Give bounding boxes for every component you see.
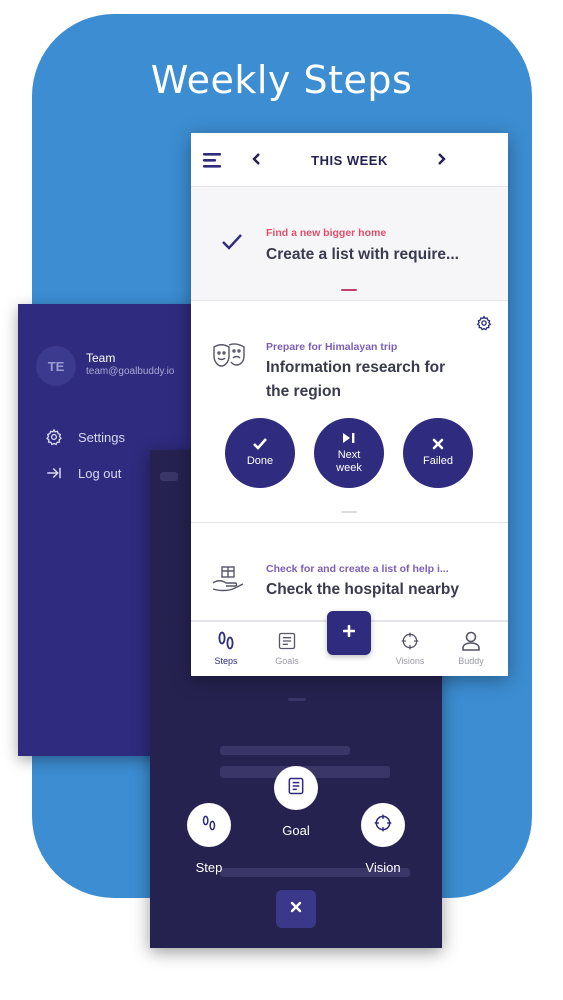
step-title: Information research for the region <box>266 356 445 404</box>
sidebar-item-logout[interactable]: Log out <box>44 463 121 483</box>
vision-option-label: Vision <box>365 860 401 875</box>
gear-icon[interactable] <box>476 315 492 336</box>
ghost-text <box>220 746 350 755</box>
step-option-label: Step <box>195 860 223 875</box>
sidebar-item-label: Settings <box>78 429 125 445</box>
tab-label: Steps <box>214 656 238 666</box>
goal-option-label: Goal <box>282 823 310 838</box>
card-divider <box>341 511 357 513</box>
add-button[interactable] <box>327 611 371 655</box>
user-name: Team <box>86 351 116 365</box>
gear-icon <box>44 427 64 447</box>
theater-masks-icon <box>211 341 247 376</box>
tab-goals[interactable]: Goals <box>257 630 317 666</box>
x-icon <box>290 900 302 918</box>
tab-label: Goals <box>275 656 299 666</box>
done-button[interactable]: Done <box>225 418 295 488</box>
goal-card[interactable]: Check for and create a list of help i...… <box>191 523 508 621</box>
tab-buddy[interactable]: Buddy <box>441 630 501 666</box>
step-title-line: the region <box>266 383 341 400</box>
list-icon <box>286 776 306 801</box>
headline: Weekly Steps <box>150 58 413 102</box>
failed-label: Failed <box>423 455 453 467</box>
next-week-button[interactable]: Next week <box>314 418 384 488</box>
footsteps-icon <box>199 813 219 838</box>
tab-steps[interactable]: Steps <box>196 630 256 666</box>
tab-label: Buddy <box>458 656 484 666</box>
goal-card[interactable]: Find a new bigger home Create a list wit… <box>191 187 508 301</box>
goal-option-button[interactable] <box>274 766 318 810</box>
footsteps-icon <box>217 630 235 652</box>
person-icon <box>462 630 480 652</box>
ghost-menu-icon <box>160 472 178 481</box>
goal-title: Check for and create a list of help i... <box>266 563 449 575</box>
user-email: team@goalbuddy.io <box>86 366 175 377</box>
skip-next-icon <box>342 432 356 444</box>
step-title: Check the hospital nearby <box>266 581 459 598</box>
list-icon <box>277 630 297 652</box>
ghost-divider <box>288 698 306 701</box>
top-bar: THIS WEEK <box>191 133 508 187</box>
crosshair-icon <box>373 813 393 838</box>
x-icon <box>432 438 444 450</box>
step-title: Create a list with require... <box>266 246 459 263</box>
next-week-label: week <box>336 461 362 474</box>
logout-icon <box>44 463 64 483</box>
sidebar-item-label: Log out <box>78 465 122 481</box>
step-title-line: Information research for <box>266 359 446 376</box>
chevron-right-icon[interactable] <box>437 152 447 171</box>
goal-title: Prepare for Himalayan trip <box>266 341 398 353</box>
goal-card-expanded[interactable]: Prepare for Himalayan trip Information r… <box>191 301 508 523</box>
next-week-label: Next <box>337 448 361 461</box>
gift-hand-icon <box>211 563 247 598</box>
plus-icon <box>342 624 356 642</box>
vision-option-button[interactable] <box>361 803 405 847</box>
card-divider <box>341 289 357 291</box>
this-week-screen: THIS WEEK Find a new bigger home Create … <box>191 133 508 676</box>
failed-button[interactable]: Failed <box>403 418 473 488</box>
step-option-button[interactable] <box>187 803 231 847</box>
close-fab-menu-button[interactable] <box>276 890 316 928</box>
tab-label: Visions <box>395 656 425 666</box>
crosshair-icon <box>400 630 420 652</box>
done-label: Done <box>246 455 274 467</box>
check-icon <box>221 233 243 256</box>
page-title: THIS WEEK <box>311 153 388 168</box>
check-icon <box>253 438 267 450</box>
goal-title: Find a new bigger home <box>266 227 387 239</box>
avatar[interactable]: TE <box>36 346 76 386</box>
sidebar-item-settings[interactable]: Settings <box>44 427 125 447</box>
tab-visions[interactable]: Visions <box>380 630 440 666</box>
